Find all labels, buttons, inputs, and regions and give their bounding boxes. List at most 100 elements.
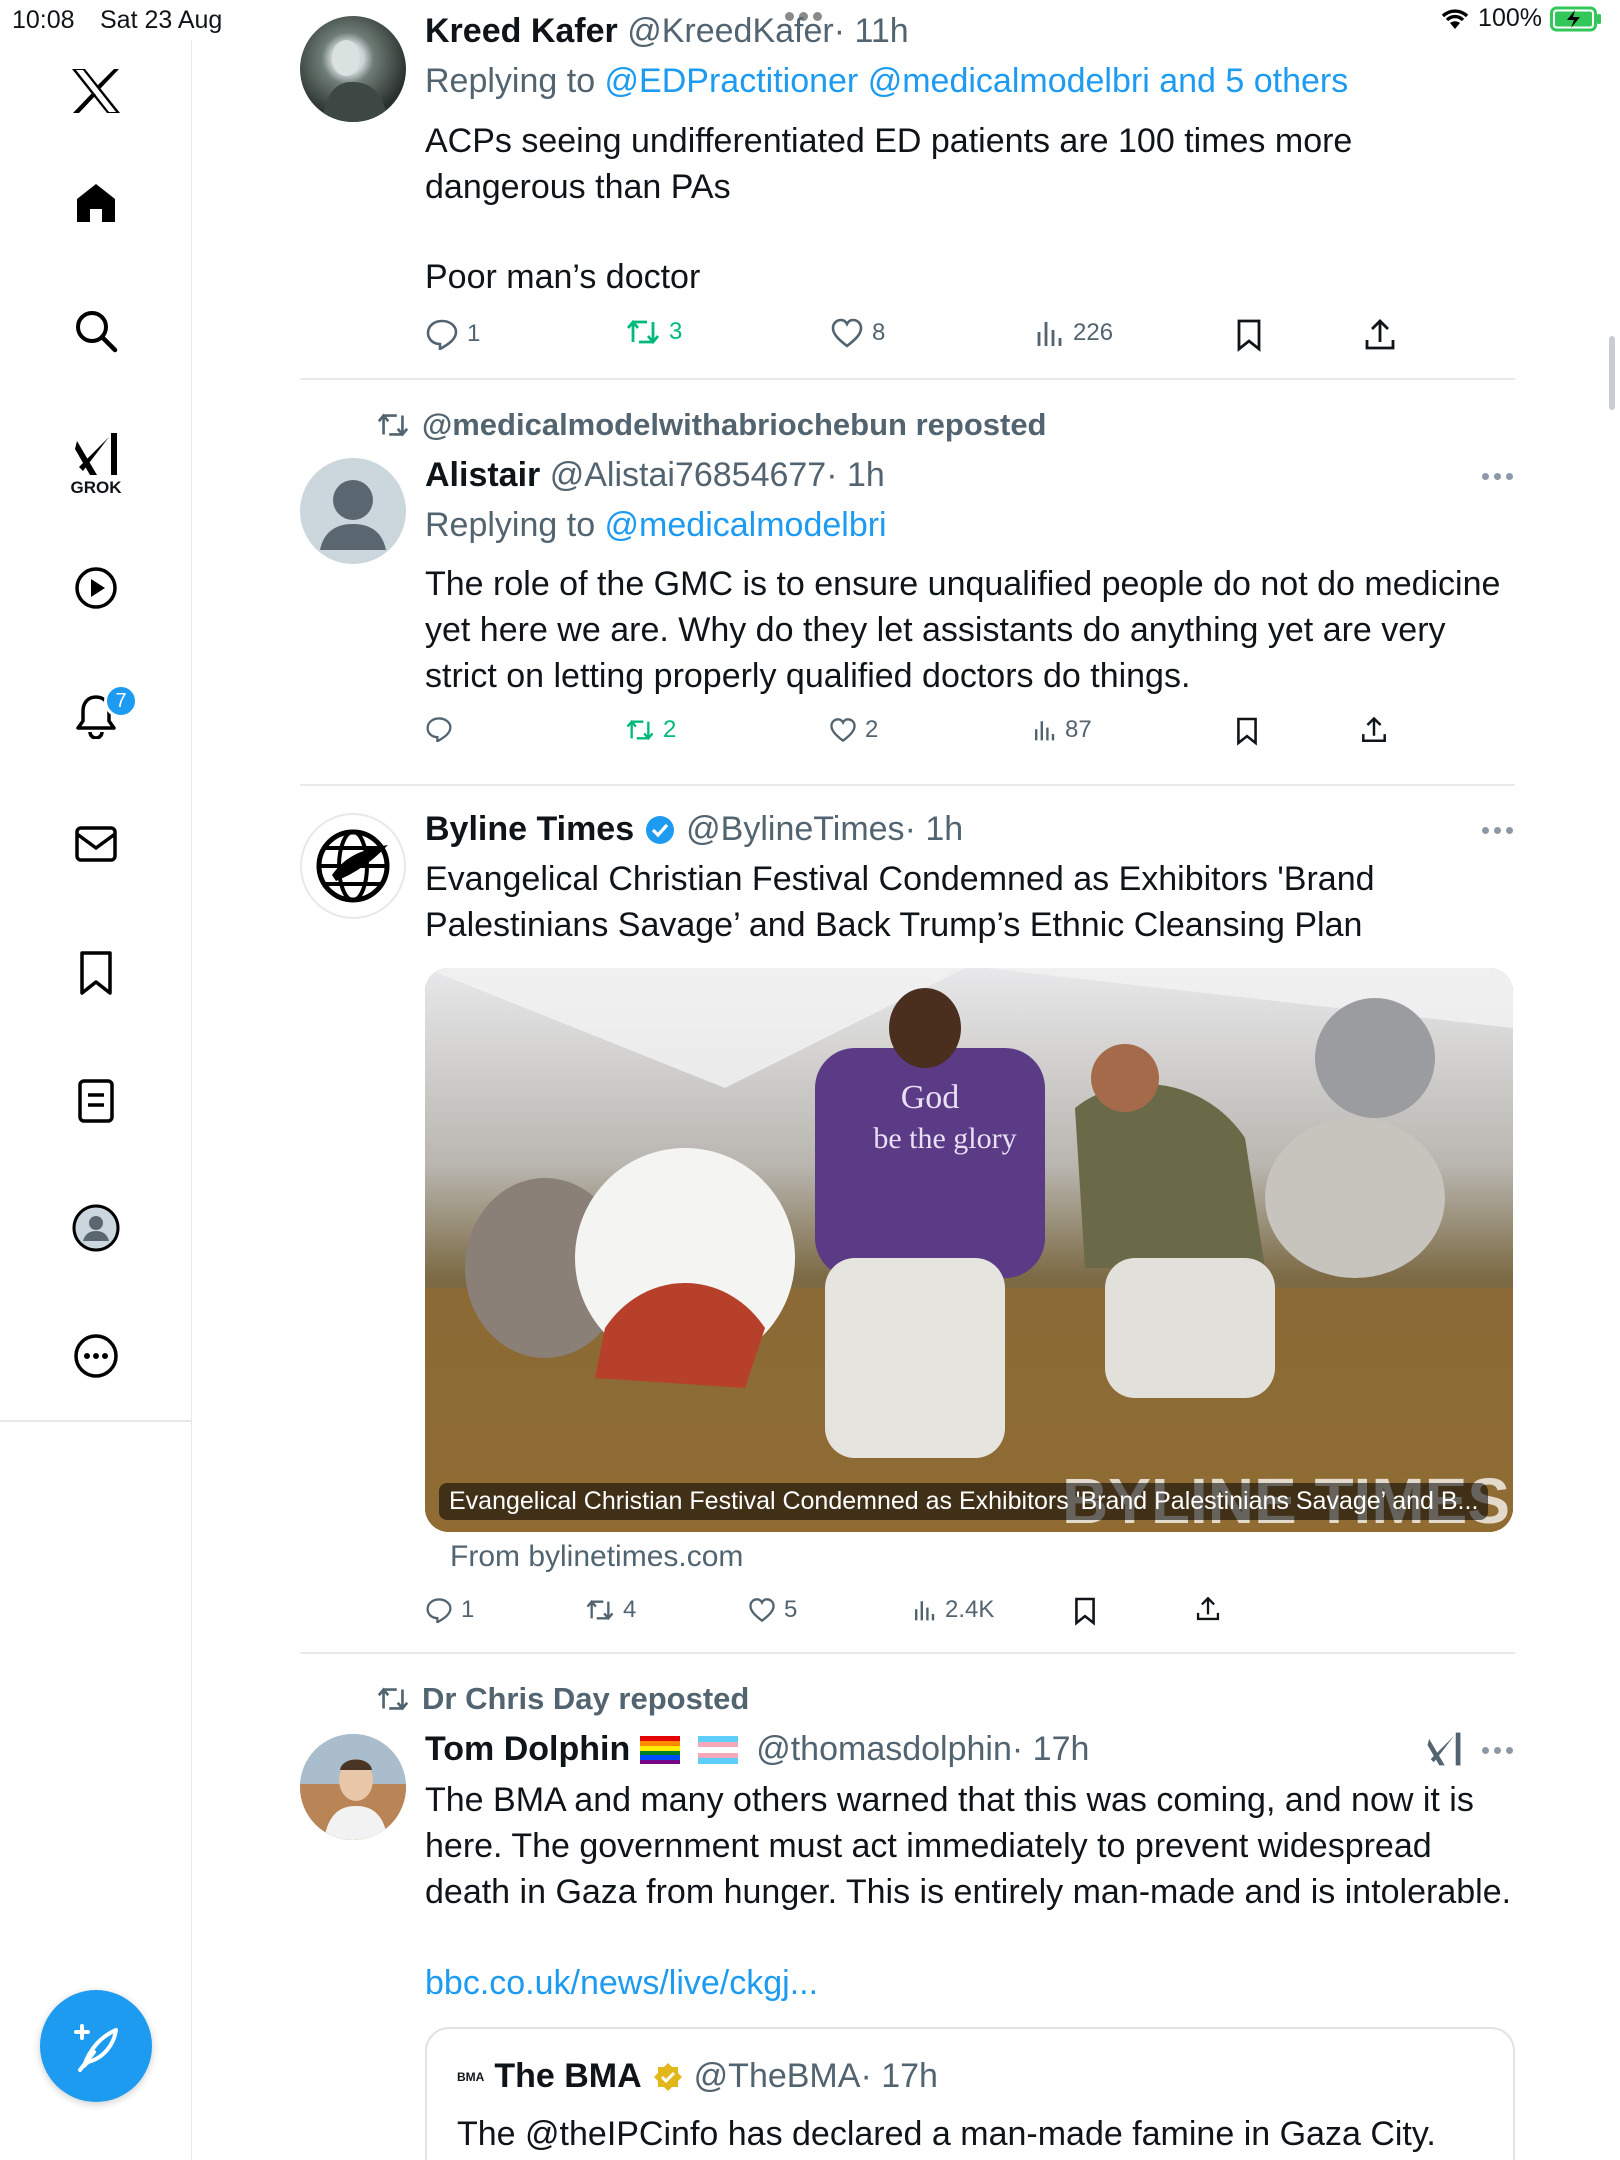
video-play-icon[interactable] (60, 552, 132, 624)
like-button[interactable]: 8 (830, 318, 885, 348)
more-menu-icon[interactable] (1482, 473, 1513, 480)
author-name[interactable]: Tom Dolphin (425, 1730, 630, 1769)
views-chart-icon (915, 1601, 935, 1621)
compose-post-button[interactable] (40, 1990, 152, 2102)
quoted-tweet[interactable]: BMA The BMA @TheBMA· 17h The @theIPCinfo… (425, 2027, 1515, 2160)
reply-button[interactable]: 1 (425, 1596, 474, 1624)
tweet-time: · 11h (833, 12, 909, 50)
reposted-by-text[interactable]: @medicalmodelwithabriochebun reposted (422, 407, 1047, 443)
card-source[interactable]: From bylinetimes.com (450, 1540, 743, 1574)
tweet-header: Alistair @Alistai76854677· 1h (425, 456, 885, 495)
bookmark-icon (1237, 319, 1261, 352)
reposted-by: Dr Chris Day reposted (376, 1681, 749, 1717)
avatar[interactable] (300, 1734, 406, 1840)
reply-icon (426, 717, 452, 742)
wifi-icon (1441, 8, 1469, 29)
reply-button[interactable]: 1 (425, 318, 480, 350)
views-chart-icon (1037, 322, 1062, 346)
notifications-badge: 7 (104, 684, 138, 718)
messages-envelope-icon[interactable] (60, 808, 132, 880)
tweet-text: The role of the GMC is to ensure unquali… (425, 561, 1500, 699)
lists-icon[interactable] (60, 1065, 132, 1137)
author-handle[interactable]: @BylineTimes (686, 810, 904, 848)
like-button[interactable]: 5 (748, 1596, 797, 1624)
views-button[interactable]: 2.4K (913, 1596, 994, 1624)
author-name[interactable]: Alistair (425, 456, 540, 494)
avatar[interactable] (300, 458, 406, 564)
tweet-header: Kreed Kafer @KreedKafer· 11h (425, 12, 909, 51)
bookmark-button[interactable] (1235, 318, 1263, 352)
tweet-time: · 1h (904, 810, 964, 848)
quoted-tweet-header: BMA The BMA @TheBMA· 17h (457, 2057, 938, 2096)
more-menu-icon[interactable] (1482, 1747, 1513, 1754)
tweet-text-line: dangerous than PAs (425, 168, 731, 206)
share-icon (1365, 319, 1395, 350)
replying-to: Replying to @EDPractitioner @medicalmode… (425, 62, 1348, 101)
share-button[interactable] (1360, 716, 1388, 744)
author-handle[interactable]: @Alistai76854677 (550, 456, 826, 494)
share-button[interactable] (1363, 318, 1397, 352)
scrollbar[interactable] (1609, 336, 1615, 410)
tweet-text: Evangelical Christian Festival Condemned… (425, 856, 1375, 948)
repost-count: 4 (623, 1596, 637, 1623)
bookmark-button[interactable] (1073, 1596, 1097, 1626)
more-options-circle-icon[interactable] (60, 1320, 132, 1392)
x-logo-icon[interactable] (60, 55, 132, 127)
reply-button[interactable] (425, 716, 461, 742)
tweet-link[interactable]: bbc.co.uk/news/live/ckgj... (425, 1964, 818, 2003)
bookmarks-icon[interactable] (60, 937, 132, 1009)
tweet-actions: 2 2 87 (425, 716, 1425, 756)
bookmark-button[interactable] (1235, 716, 1259, 746)
replying-prefix: Replying to (425, 506, 605, 544)
author-handle[interactable]: @KreedKafer (627, 12, 834, 50)
tweet-text-line: here. The government must act immediatel… (425, 1827, 1432, 1865)
profile-icon[interactable] (60, 1192, 132, 1264)
battery-percent: 100% (1478, 4, 1542, 32)
views-button[interactable]: 87 (1033, 716, 1092, 744)
repost-count: 3 (669, 318, 683, 345)
reply-count: 1 (461, 1596, 475, 1623)
rainbow-flag-icon (640, 1735, 681, 1764)
verified-badge-icon (646, 815, 675, 844)
views-button[interactable]: 226 (1035, 318, 1113, 348)
like-heart-icon (830, 718, 856, 743)
repost-button[interactable]: 3 (625, 318, 682, 346)
author-name[interactable]: Kreed Kafer (425, 12, 618, 50)
search-icon[interactable] (60, 295, 132, 367)
share-button[interactable] (1195, 1596, 1221, 1622)
avatar[interactable] (300, 813, 406, 919)
more-menu-icon[interactable] (1482, 827, 1513, 834)
shirt-text: be the glory (873, 1122, 1016, 1155)
reply-icon (426, 319, 458, 350)
tweet-text: ACPs seeing undifferentiated ED patients… (425, 118, 1352, 300)
tweet-divider (300, 378, 1515, 380)
repost-count: 2 (663, 716, 677, 743)
repost-icon (377, 413, 409, 437)
bookmark-icon (1237, 717, 1257, 746)
repost-button[interactable]: 2 (625, 716, 676, 744)
reposted-by-text[interactable]: Dr Chris Day reposted (422, 1681, 749, 1717)
share-icon (1196, 1596, 1220, 1621)
repost-icon (626, 319, 660, 345)
home-icon[interactable] (60, 167, 132, 239)
tweet-text-line: The role of the GMC is to ensure unquali… (425, 565, 1501, 603)
replying-to-link[interactable]: @EDPractitioner @medicalmodelbri and 5 o… (605, 62, 1349, 100)
tweet-divider (300, 1652, 1515, 1654)
author-handle[interactable]: @thomasdolphin (756, 1730, 1012, 1768)
tweet-text-line: Palestinians Savage’ and Back Trump’s Et… (425, 906, 1363, 944)
replying-to-link[interactable]: @medicalmodelbri (605, 506, 887, 544)
like-heart-icon (749, 1598, 775, 1623)
sidebar-divider (0, 1420, 192, 1422)
reposted-by: @medicalmodelwithabriochebun reposted (376, 407, 1047, 443)
grok-explain-icon[interactable] (1426, 1730, 1462, 1773)
avatar[interactable] (300, 16, 406, 122)
repost-button[interactable]: 4 (585, 1596, 636, 1624)
verified-gold-badge-icon (653, 2062, 682, 2091)
replying-prefix: Replying to (425, 62, 605, 100)
author-name[interactable]: Byline Times (425, 810, 634, 849)
tweet-text-line: ACPs seeing undifferentiated ED patients… (425, 122, 1353, 160)
link-card-image[interactable]: God be the glory BYLINE TIMES Evangelica… (425, 968, 1513, 1532)
tweet-actions: 1 4 5 2.4K (425, 1596, 1325, 1636)
like-button[interactable]: 2 (829, 716, 878, 744)
tweet-header: Byline Times @BylineTimes· 1h (425, 810, 963, 849)
